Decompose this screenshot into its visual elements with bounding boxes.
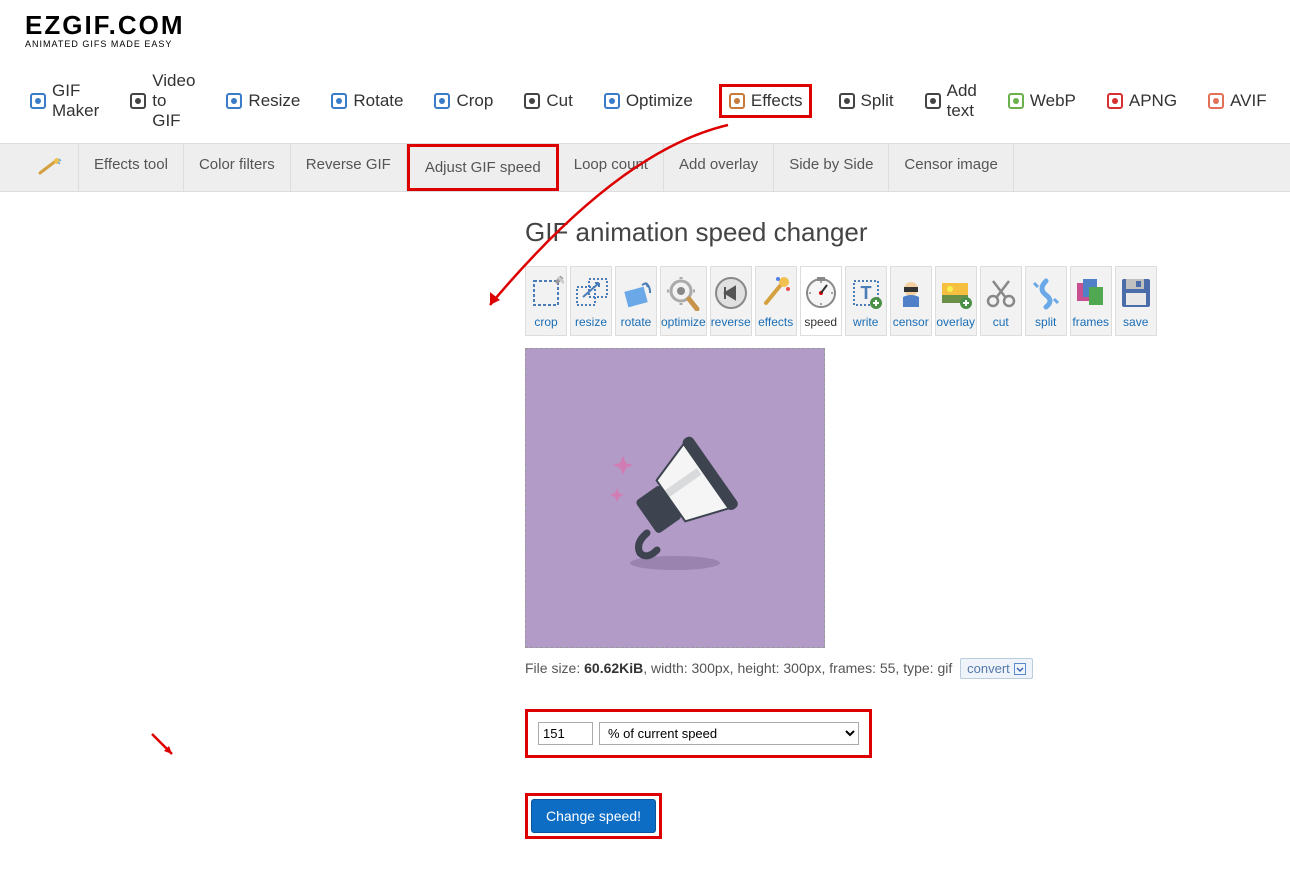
- nav-label: Effects: [751, 91, 803, 111]
- nav-gif-maker[interactable]: GIF Maker: [25, 79, 103, 123]
- nav-cut[interactable]: Cut: [519, 89, 576, 113]
- tool-overlay[interactable]: overlay: [935, 266, 977, 336]
- nav-label: WebP: [1030, 91, 1076, 111]
- split-icon: [1026, 273, 1066, 313]
- apng-icon: [1106, 92, 1124, 110]
- nav-video-to-gif[interactable]: Video to GIF: [125, 69, 199, 133]
- nav-crop[interactable]: Crop: [429, 89, 497, 113]
- video-icon: [129, 92, 147, 110]
- convert-button[interactable]: convert: [960, 658, 1033, 679]
- tool-label: effects: [758, 315, 793, 329]
- subnav-reverse-gif[interactable]: Reverse GIF: [291, 144, 407, 191]
- nav-effects[interactable]: Effects: [719, 84, 812, 118]
- split-icon: [838, 92, 856, 110]
- magic-wand-icon: [20, 144, 78, 191]
- tool-label: frames: [1072, 315, 1109, 329]
- nav-split[interactable]: Split: [834, 89, 898, 113]
- rotate-icon: [330, 92, 348, 110]
- tool-label: overlay: [936, 315, 975, 329]
- tool-frames[interactable]: frames: [1070, 266, 1112, 336]
- cut-icon: [981, 273, 1021, 313]
- tool-split[interactable]: split: [1025, 266, 1067, 336]
- subnav-side-by-side[interactable]: Side by Side: [774, 144, 889, 191]
- tool-write[interactable]: Twrite: [845, 266, 887, 336]
- tool-effects[interactable]: effects: [755, 266, 797, 336]
- speed-icon: [801, 273, 841, 313]
- tool-label: save: [1123, 315, 1148, 329]
- nav-add-text[interactable]: Add text: [920, 79, 981, 123]
- nav-label: AVIF: [1230, 91, 1267, 111]
- file-info-prefix: File size:: [525, 660, 584, 676]
- nav-label: Crop: [456, 91, 493, 111]
- nav-label: Video to GIF: [152, 71, 195, 131]
- dropdown-icon: [1014, 663, 1026, 675]
- tool-save[interactable]: save: [1115, 266, 1157, 336]
- nav-optimize[interactable]: Optimize: [599, 89, 697, 113]
- site-logo[interactable]: EZGIF.COM: [25, 10, 1265, 41]
- nav-webp[interactable]: WebP: [1003, 89, 1080, 113]
- submit-highlight: Change speed!: [525, 793, 662, 839]
- tool-censor[interactable]: censor: [890, 266, 932, 336]
- file-size-value: 60.62KiB: [584, 660, 643, 676]
- overlay-icon: [936, 273, 976, 313]
- nav-label: Optimize: [626, 91, 693, 111]
- tool-label: cut: [993, 315, 1009, 329]
- gif-maker-icon: [29, 92, 47, 110]
- tool-speed[interactable]: speed: [800, 266, 842, 336]
- crop-icon: [433, 92, 451, 110]
- nav-label: Rotate: [353, 91, 403, 111]
- tool-label: split: [1035, 315, 1056, 329]
- save-icon: [1116, 273, 1156, 313]
- annotation-arrow-2: [150, 732, 180, 762]
- nav-label: GIF Maker: [52, 81, 99, 121]
- convert-label: convert: [967, 661, 1010, 676]
- change-speed-button[interactable]: Change speed!: [531, 799, 656, 833]
- file-info: File size: 60.62KiB, width: 300px, heigh…: [525, 658, 1115, 679]
- cut-icon: [523, 92, 541, 110]
- nav-rotate[interactable]: Rotate: [326, 89, 407, 113]
- nav-apng[interactable]: APNG: [1102, 89, 1181, 113]
- webp-icon: [1007, 92, 1025, 110]
- censor-icon: [891, 273, 931, 313]
- effects-icon: [756, 273, 796, 313]
- nav-resize[interactable]: Resize: [221, 89, 304, 113]
- avif-icon: [1207, 92, 1225, 110]
- subnav-effects-tool[interactable]: Effects tool: [78, 144, 184, 191]
- subnav-color-filters[interactable]: Color filters: [184, 144, 291, 191]
- speed-value-input[interactable]: [538, 722, 593, 745]
- logo-area: EZGIF.COM ANIMATED GIFS MADE EASY: [0, 0, 1290, 54]
- site-tagline: ANIMATED GIFS MADE EASY: [25, 39, 1265, 49]
- resize-icon: [225, 92, 243, 110]
- file-info-rest: , width: 300px, height: 300px, frames: 5…: [643, 660, 952, 676]
- speed-unit-select[interactable]: % of current speed: [599, 722, 859, 745]
- subnav-censor-image[interactable]: Censor image: [889, 144, 1013, 191]
- effects-icon: [728, 92, 746, 110]
- nav-label: Resize: [248, 91, 300, 111]
- optimize-icon: [603, 92, 621, 110]
- tool-label: speed: [804, 315, 837, 329]
- nav-label: Split: [861, 91, 894, 111]
- svg-text:T: T: [860, 283, 871, 303]
- speed-controls: % of current speed: [525, 709, 872, 758]
- write-icon: T: [846, 273, 886, 313]
- tool-label: censor: [893, 315, 929, 329]
- nav-avif[interactable]: AVIF: [1203, 89, 1271, 113]
- tool-cut[interactable]: cut: [980, 266, 1022, 336]
- nav-label: APNG: [1129, 91, 1177, 111]
- nav-label: Add text: [947, 81, 977, 121]
- text-icon: [924, 92, 942, 110]
- frames-icon: [1071, 273, 1111, 313]
- annotation-arrow-1: [480, 120, 730, 320]
- nav-label: Cut: [546, 91, 572, 111]
- gif-preview: [525, 348, 825, 648]
- tool-label: write: [853, 315, 878, 329]
